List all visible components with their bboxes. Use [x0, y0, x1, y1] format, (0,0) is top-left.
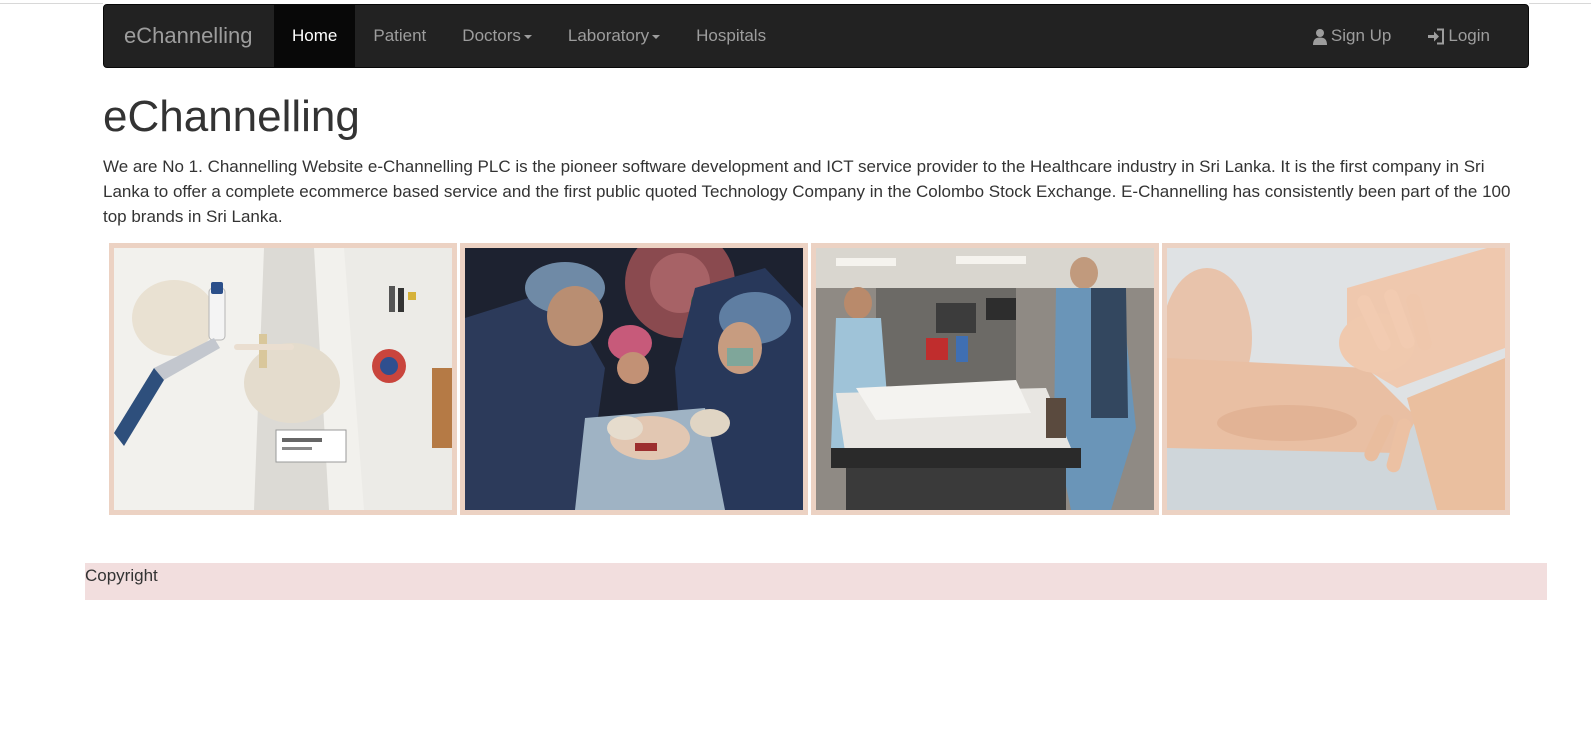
nav-item-label: Hospitals [696, 26, 767, 45]
caret-down-icon [652, 35, 661, 39]
footer: Copyright [85, 563, 1547, 600]
emergency-room-image [816, 248, 1154, 510]
gallery-thumbnail[interactable] [460, 243, 808, 515]
nav-menu: Home Patient Doctors Laboratory Hospital… [274, 5, 784, 67]
hands-pulse-image [1167, 248, 1505, 510]
user-icon [1312, 28, 1327, 45]
gallery-thumbnail[interactable] [109, 243, 457, 515]
login-label: Login [1448, 26, 1490, 45]
sign-up-label: Sign Up [1330, 26, 1392, 45]
nav-item-home[interactable]: Home [274, 5, 356, 67]
intro-paragraph: We are No 1. Channelling Website e-Chann… [103, 157, 1511, 226]
nav-item-label: Laboratory [567, 26, 650, 45]
gallery-thumbnail[interactable] [811, 243, 1159, 515]
surgery-team-image [465, 248, 803, 510]
nav-item-hospitals[interactable]: Hospitals [678, 5, 784, 67]
lab-coat-sample-image [114, 248, 452, 510]
nav-item-label: Home [292, 26, 338, 45]
gallery-thumbnail[interactable] [1162, 243, 1510, 515]
page-title: eChannelling [103, 92, 360, 141]
log-in-icon [1428, 28, 1445, 44]
sign-up-link[interactable]: Sign Up [1294, 5, 1409, 67]
nav-item-label: Doctors [462, 26, 521, 45]
login-link[interactable]: Login [1409, 5, 1508, 67]
image-gallery [109, 243, 1530, 515]
nav-item-doctors-dropdown[interactable]: Doctors [444, 5, 550, 67]
nav-item-patient[interactable]: Patient [355, 5, 444, 67]
caret-down-icon [523, 35, 532, 39]
copyright-text: Copyright [85, 566, 158, 585]
navbar-brand[interactable]: eChannelling [104, 5, 272, 67]
nav-account-menu: Sign Up Login [1294, 5, 1508, 67]
nav-item-laboratory-dropdown[interactable]: Laboratory [550, 5, 678, 67]
nav-item-label: Patient [373, 26, 427, 45]
navbar: eChannelling Home Patient Doctors Labora… [103, 4, 1529, 68]
